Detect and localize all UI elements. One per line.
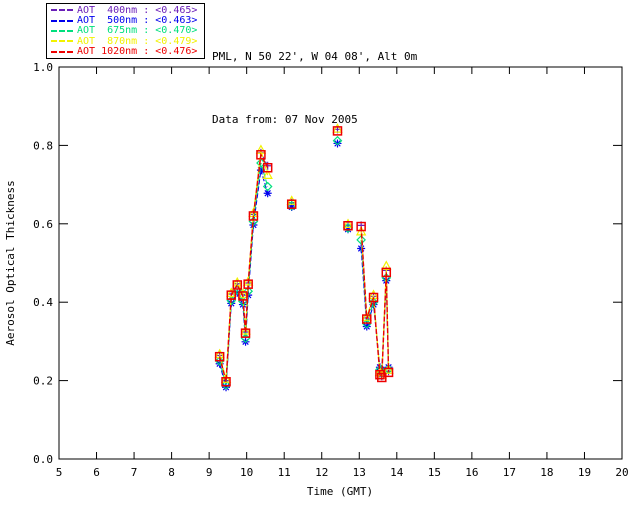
legend-line-sample-aot-1020nm [51, 50, 73, 53]
data-point-marker-asterisk [357, 244, 366, 253]
series-aot-675nm [214, 135, 394, 390]
legend-label-aot-400nm: AOT 400nm : <0.465> [77, 4, 198, 16]
aot-plot-window: AOT 400nm : <0.465> AOT 500nm : <0.463> AO… [0, 0, 640, 512]
legend-line-sample-aot-870nm [51, 40, 73, 43]
legend-label-aot-870nm: AOT 870nm : <0.479> [77, 35, 198, 47]
legend-entry-aot-1020nm: AOT 1020nm : <0.476> [49, 46, 202, 58]
x-tick-label: 17 [503, 466, 516, 479]
x-tick-label: 11 [278, 466, 291, 479]
legend-line-sample-aot-400nm [51, 9, 73, 12]
x-tick-label: 9 [206, 466, 213, 479]
series-line [219, 169, 269, 388]
series-line [219, 149, 269, 380]
plot-legend: AOT 400nm : <0.465> AOT 500nm : <0.463> AO… [46, 3, 205, 59]
x-tick-label: 12 [315, 466, 328, 479]
y-tick-label: 0.6 [33, 218, 53, 231]
y-tick-label: 1.0 [33, 61, 53, 74]
x-tick-label: 13 [353, 466, 366, 479]
x-tick-label: 20 [615, 466, 628, 479]
x-tick-label: 15 [428, 466, 441, 479]
x-axis-title: Time (GMT) [307, 485, 373, 498]
series-line [219, 162, 269, 386]
x-tick-label: 8 [168, 466, 175, 479]
x-tick-label: 5 [56, 466, 63, 479]
y-tick-label: 0.0 [33, 453, 53, 466]
legend-label-aot-1020nm: AOT 1020nm : <0.476> [77, 46, 198, 58]
y-tick-label: 0.8 [33, 139, 53, 152]
legend-entry-aot-870nm: AOT 870nm : <0.479> [49, 35, 202, 47]
x-tick-label: 7 [131, 466, 138, 479]
legend-entry-aot-500nm: AOT 500nm : <0.463> [49, 15, 202, 27]
series-line [218, 152, 269, 382]
x-tick-label: 6 [93, 466, 100, 479]
legend-label-aot-675nm: AOT 675nm : <0.470> [77, 25, 198, 37]
x-tick-label: 18 [540, 466, 553, 479]
x-tick-label: 10 [240, 466, 253, 479]
legend-label-aot-500nm: AOT 500nm : <0.463> [77, 15, 198, 27]
legend-line-sample-aot-500nm [51, 19, 73, 22]
y-tick-label: 0.2 [33, 375, 53, 388]
data-date-text: Data from: 07 Nov 2005 [212, 113, 358, 126]
y-axis-title: Aerosol Optical Thickness [4, 180, 17, 346]
x-tick-label: 19 [578, 466, 591, 479]
legend-line-sample-aot-675nm [51, 29, 73, 32]
legend-entry-aot-675nm: AOT 675nm : <0.470> [49, 25, 202, 37]
x-tick-label: 14 [390, 466, 404, 479]
legend-entry-aot-400nm: AOT 400nm : <0.465> [49, 4, 202, 16]
station-info-text: PML, N 50 22', W 04 08', Alt 0m [212, 50, 418, 63]
plot-header: PML, N 50 22', W 04 08', Alt 0m Data fro… [212, 4, 417, 172]
series-aot-500nm [215, 139, 393, 392]
x-tick-label: 16 [465, 466, 478, 479]
series-line [219, 151, 269, 381]
y-tick-label: 0.4 [33, 296, 53, 309]
